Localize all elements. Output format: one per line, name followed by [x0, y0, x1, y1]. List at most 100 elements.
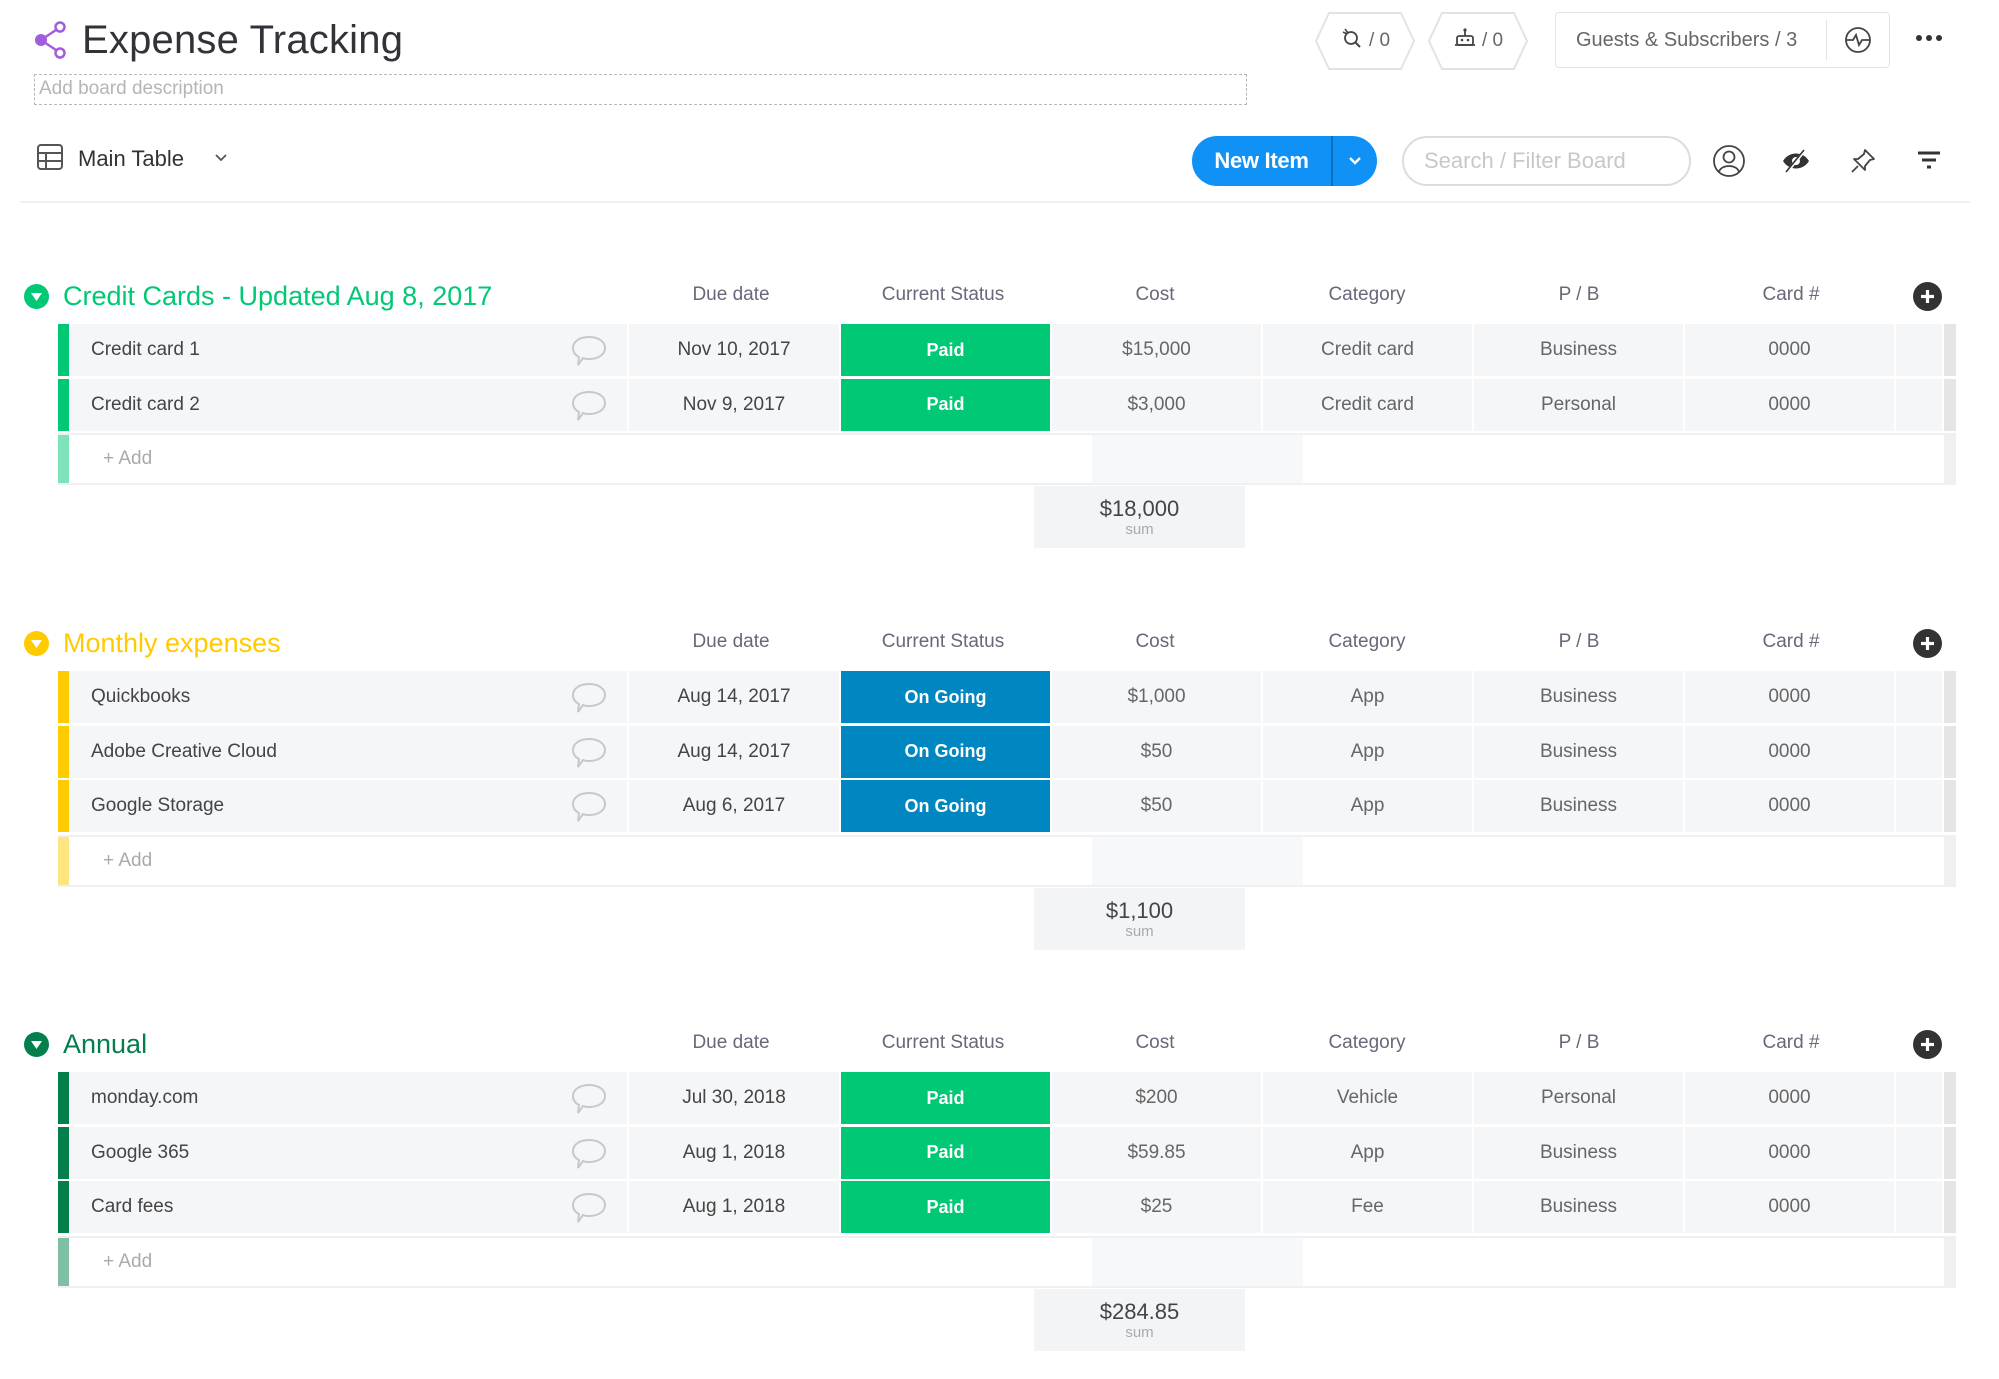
- card-number-cell[interactable]: 0000: [1685, 671, 1896, 723]
- pb-cell[interactable]: Business: [1474, 780, 1685, 832]
- cost-cell[interactable]: $1,000: [1052, 671, 1263, 723]
- status-cell[interactable]: Paid: [841, 324, 1052, 376]
- category-cell[interactable]: Fee: [1263, 1181, 1474, 1233]
- comment-icon[interactable]: [569, 735, 609, 771]
- column-header[interactable]: Card #: [1691, 284, 1891, 306]
- add-item-row[interactable]: + Add: [58, 834, 1956, 887]
- comment-icon[interactable]: [569, 1190, 609, 1226]
- status-cell[interactable]: Paid: [841, 378, 1052, 431]
- add-item-input[interactable]: + Add: [69, 435, 1069, 483]
- comment-icon[interactable]: [569, 1081, 609, 1117]
- comment-icon[interactable]: [569, 333, 609, 369]
- cost-cell[interactable]: $15,000: [1052, 324, 1263, 376]
- pb-cell[interactable]: Business: [1474, 1181, 1685, 1233]
- column-header[interactable]: Category: [1267, 631, 1467, 653]
- collapse-group-icon[interactable]: [24, 1032, 49, 1057]
- status-cell[interactable]: Paid: [841, 1072, 1052, 1124]
- pin-icon[interactable]: [1844, 142, 1882, 180]
- column-header[interactable]: P / B: [1479, 631, 1679, 653]
- hide-columns-icon[interactable]: [1777, 142, 1815, 180]
- group-title[interactable]: Monthly expenses: [63, 625, 281, 661]
- category-cell[interactable]: Credit card: [1263, 378, 1474, 431]
- column-header[interactable]: Current Status: [843, 1032, 1043, 1054]
- due-date-cell[interactable]: Nov 9, 2017: [629, 378, 841, 431]
- status-cell[interactable]: On Going: [841, 725, 1052, 778]
- column-header[interactable]: Current Status: [843, 284, 1043, 306]
- pb-cell[interactable]: Business: [1474, 1126, 1685, 1179]
- pb-cell[interactable]: Personal: [1474, 378, 1685, 431]
- sort-filter-icon[interactable]: [1910, 142, 1948, 180]
- add-column-icon[interactable]: [1913, 1030, 1942, 1059]
- card-number-cell[interactable]: 0000: [1685, 324, 1896, 376]
- column-header[interactable]: P / B: [1479, 1032, 1679, 1054]
- integrations-badge[interactable]: / 0: [1315, 12, 1415, 70]
- table-row[interactable]: Quickbooks Aug 14, 2017 On Going $1,000 …: [58, 671, 1956, 723]
- column-header[interactable]: Cost: [1055, 631, 1255, 653]
- table-row[interactable]: Google Storage Aug 6, 2017 On Going $50 …: [58, 780, 1956, 832]
- due-date-cell[interactable]: Jul 30, 2018: [629, 1072, 841, 1124]
- due-date-cell[interactable]: Aug 6, 2017: [629, 780, 841, 832]
- add-column-icon[interactable]: [1913, 629, 1942, 658]
- pb-cell[interactable]: Business: [1474, 671, 1685, 723]
- due-date-cell[interactable]: Aug 14, 2017: [629, 671, 841, 723]
- item-name-cell[interactable]: monday.com: [69, 1072, 629, 1124]
- column-header[interactable]: Card #: [1691, 1032, 1891, 1054]
- due-date-cell[interactable]: Aug 1, 2018: [629, 1181, 841, 1233]
- column-header[interactable]: Due date: [631, 1032, 831, 1054]
- status-cell[interactable]: On Going: [841, 671, 1052, 723]
- item-name-cell[interactable]: Card fees: [69, 1181, 629, 1233]
- column-header[interactable]: Cost: [1055, 284, 1255, 306]
- category-cell[interactable]: App: [1263, 725, 1474, 778]
- person-filter-icon[interactable]: [1710, 142, 1748, 180]
- card-number-cell[interactable]: 0000: [1685, 725, 1896, 778]
- table-row[interactable]: Adobe Creative Cloud Aug 14, 2017 On Goi…: [58, 725, 1956, 778]
- comment-icon[interactable]: [569, 680, 609, 716]
- pb-cell[interactable]: Business: [1474, 324, 1685, 376]
- new-item-dropdown-icon[interactable]: [1333, 156, 1378, 166]
- column-header[interactable]: Due date: [631, 284, 831, 306]
- more-options-icon[interactable]: [1912, 28, 1946, 48]
- cost-cell[interactable]: $59.85: [1052, 1126, 1263, 1179]
- collapse-group-icon[interactable]: [24, 631, 49, 656]
- cost-cell[interactable]: $25: [1052, 1181, 1263, 1233]
- group-title[interactable]: Credit Cards - Updated Aug 8, 2017: [63, 278, 492, 314]
- add-column-icon[interactable]: [1913, 282, 1942, 311]
- activity-icon[interactable]: [1827, 25, 1889, 55]
- column-header[interactable]: Category: [1267, 1032, 1467, 1054]
- due-date-cell[interactable]: Aug 1, 2018: [629, 1126, 841, 1179]
- add-item-row[interactable]: + Add: [58, 433, 1956, 485]
- share-icon[interactable]: [32, 20, 68, 60]
- status-cell[interactable]: On Going: [841, 780, 1052, 832]
- new-item-button[interactable]: New Item: [1192, 136, 1377, 186]
- column-header[interactable]: Card #: [1691, 631, 1891, 653]
- cost-cell[interactable]: $200: [1052, 1072, 1263, 1124]
- collapse-group-icon[interactable]: [24, 284, 49, 309]
- add-item-input[interactable]: + Add: [69, 1238, 1069, 1286]
- board-description-field[interactable]: Add board description: [34, 74, 1247, 105]
- guests-subscribers-button[interactable]: Guests & Subscribers / 3: [1555, 12, 1890, 68]
- category-cell[interactable]: App: [1263, 1126, 1474, 1179]
- comment-icon[interactable]: [569, 1136, 609, 1172]
- table-row[interactable]: Credit card 1 Nov 10, 2017 Paid $15,000 …: [58, 324, 1956, 376]
- category-cell[interactable]: App: [1263, 671, 1474, 723]
- column-header[interactable]: Due date: [631, 631, 831, 653]
- comment-icon[interactable]: [569, 388, 609, 424]
- category-cell[interactable]: Vehicle: [1263, 1072, 1474, 1124]
- add-item-input[interactable]: + Add: [69, 837, 1069, 885]
- item-name-cell[interactable]: Google 365: [69, 1126, 629, 1179]
- card-number-cell[interactable]: 0000: [1685, 1072, 1896, 1124]
- column-header[interactable]: P / B: [1479, 284, 1679, 306]
- automations-badge[interactable]: / 0: [1428, 12, 1528, 70]
- table-row[interactable]: monday.com Jul 30, 2018 Paid $200 Vehicl…: [58, 1072, 1956, 1124]
- item-name-cell[interactable]: Quickbooks: [69, 671, 629, 723]
- category-cell[interactable]: Credit card: [1263, 324, 1474, 376]
- category-cell[interactable]: App: [1263, 780, 1474, 832]
- status-cell[interactable]: Paid: [841, 1181, 1052, 1233]
- column-header[interactable]: Cost: [1055, 1032, 1255, 1054]
- add-item-row[interactable]: + Add: [58, 1235, 1956, 1288]
- column-header[interactable]: Current Status: [843, 631, 1043, 653]
- cost-cell[interactable]: $50: [1052, 780, 1263, 832]
- item-name-cell[interactable]: Adobe Creative Cloud: [69, 725, 629, 778]
- search-filter-input[interactable]: [1402, 136, 1691, 186]
- board-title[interactable]: Expense Tracking: [82, 14, 403, 66]
